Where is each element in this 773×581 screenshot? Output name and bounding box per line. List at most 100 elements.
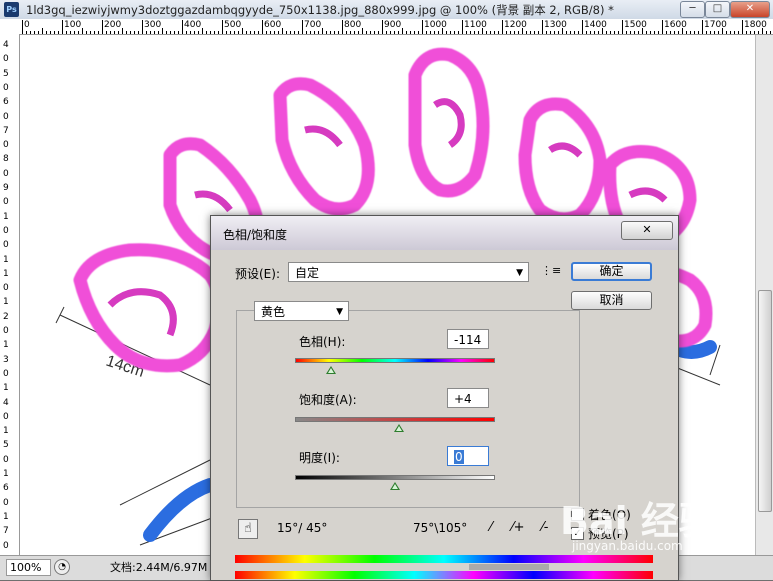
ruler-tick: [382, 20, 383, 34]
ruler-tick: [374, 31, 375, 34]
ruler-tick: [662, 20, 663, 34]
ruler-label: 1100: [464, 20, 487, 30]
ruler-tick: [734, 31, 735, 34]
ruler-tick: [538, 31, 539, 34]
lightness-slider-track[interactable]: [295, 475, 495, 480]
ruler-label: 1400: [584, 20, 607, 30]
ruler-tick: [622, 20, 623, 34]
channel-value: 黄色: [261, 305, 286, 319]
ruler-label: 900: [384, 20, 402, 30]
ruler-tick: [446, 31, 447, 34]
cancel-button[interactable]: 取消: [571, 291, 652, 310]
ruler-tick: [462, 20, 463, 34]
ruler-tick: [466, 31, 467, 34]
ruler-tick: [218, 31, 219, 34]
ruler-tick: [534, 31, 535, 34]
ruler-tick: [754, 31, 755, 34]
ruler-tick: [134, 31, 135, 34]
saturation-input[interactable]: +4: [447, 388, 489, 408]
dialog-close-button[interactable]: ✕: [621, 221, 673, 240]
ok-button[interactable]: 确定: [571, 262, 652, 281]
ruler-tick: [406, 31, 407, 34]
ruler-tick: [298, 31, 299, 34]
eyedropper-icon[interactable]: ⁄: [482, 519, 500, 537]
ruler-tick: [274, 31, 275, 34]
ruler-tick: [738, 31, 739, 34]
vertical-scroll-thumb[interactable]: [758, 290, 772, 512]
ruler-tick: [378, 31, 379, 34]
ruler-label: 7: [3, 125, 9, 136]
ruler-tick: [326, 31, 327, 34]
ruler-tick: [702, 20, 703, 34]
ruler-tick: [166, 31, 167, 34]
ruler-tick: [170, 31, 171, 34]
ruler-tick: [558, 31, 559, 34]
ruler-tick: [530, 31, 531, 34]
ruler-tick: [118, 31, 119, 34]
saturation-slider-thumb[interactable]: [394, 424, 404, 432]
preset-options-icon[interactable]: ⋮≡: [541, 264, 561, 277]
ruler-label: 4: [3, 397, 9, 408]
hue-slider-track[interactable]: [295, 358, 495, 363]
ruler-tick: [202, 28, 203, 34]
targeted-adjustment-hand-icon[interactable]: ☝: [238, 519, 258, 539]
ruler-tick: [350, 31, 351, 34]
ruler-tick: [510, 31, 511, 34]
ruler-tick: [570, 31, 571, 34]
maximize-button[interactable]: □: [705, 1, 730, 18]
ruler-label: 7: [3, 526, 9, 537]
ruler-label: 0: [3, 111, 9, 122]
range-slider-bar[interactable]: [235, 563, 653, 571]
ruler-tick: [626, 31, 627, 34]
document-info[interactable]: 文档:2.44M/6.97M: [110, 559, 207, 575]
ruler-tick: [426, 31, 427, 34]
hue-slider-thumb[interactable]: [326, 366, 336, 374]
ruler-tick: [386, 31, 387, 34]
ruler-tick: [58, 31, 59, 34]
hue-input[interactable]: -114: [447, 329, 489, 349]
eyedropper-add-icon[interactable]: ⁄+: [509, 519, 527, 537]
ruler-tick: [310, 31, 311, 34]
eyedropper-subtract-icon[interactable]: ⁄-: [536, 519, 554, 537]
ruler-label: 1: [3, 297, 9, 308]
ruler-tick: [346, 31, 347, 34]
preset-select[interactable]: 自定 ▼: [288, 262, 529, 282]
lightness-input[interactable]: 0: [447, 446, 489, 466]
saturation-slider-track[interactable]: [295, 417, 495, 422]
ruler-tick: [582, 20, 583, 34]
ruler-tick: [46, 31, 47, 34]
ruler-tick: [642, 28, 643, 34]
lightness-label: 明度(I):: [299, 451, 340, 465]
ruler-tick: [198, 31, 199, 34]
ruler-tick: [286, 31, 287, 34]
ruler-tick: [590, 31, 591, 34]
ruler-tick: [342, 20, 343, 34]
ruler-label: 8: [3, 154, 9, 165]
zoom-field[interactable]: 100%: [6, 559, 51, 576]
ruler-tick: [258, 31, 259, 34]
ruler-tick: [338, 31, 339, 34]
ruler-tick: [594, 31, 595, 34]
ruler-tick: [722, 28, 723, 34]
minimize-button[interactable]: ─: [680, 1, 705, 18]
ruler-label: 1000: [424, 20, 447, 30]
status-menu-icon[interactable]: ◔: [54, 559, 70, 575]
ruler-tick: [634, 31, 635, 34]
close-window-button[interactable]: ✕: [730, 1, 770, 18]
ruler-label: 0: [3, 454, 9, 465]
ruler-tick: [114, 31, 115, 34]
chevron-down-icon: ▼: [516, 268, 523, 278]
ruler-tick: [230, 31, 231, 34]
ruler-tick: [770, 31, 771, 34]
ruler-label: 0: [3, 197, 9, 208]
dialog-title: 色相/饱和度: [223, 228, 288, 242]
ruler-tick: [678, 31, 679, 34]
channel-select[interactable]: 黄色 ▼: [254, 301, 349, 321]
ruler-label: 0: [3, 326, 9, 336]
ruler-tick: [762, 28, 763, 34]
ruler-tick: [454, 31, 455, 34]
lightness-slider-thumb[interactable]: [390, 482, 400, 490]
ruler-label: 1600: [664, 20, 687, 30]
range-slider-selection[interactable]: [469, 564, 549, 570]
ruler-tick: [654, 31, 655, 34]
